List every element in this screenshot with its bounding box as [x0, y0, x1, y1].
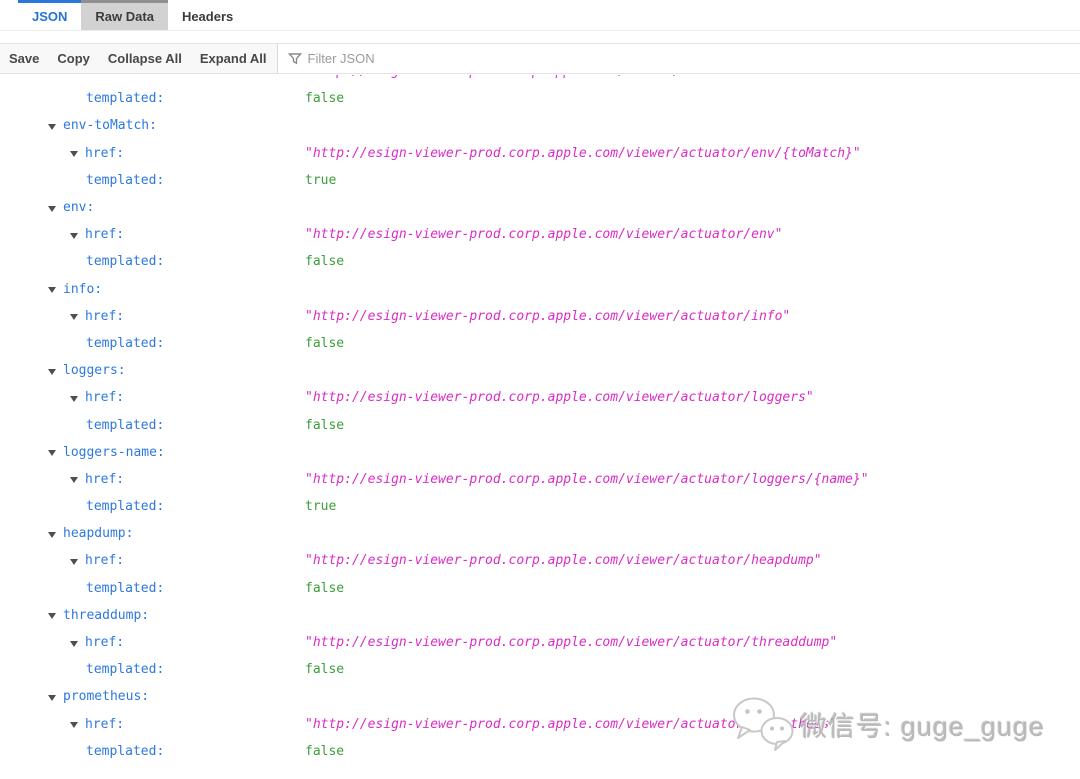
- filter-json-placeholder: Filter JSON: [307, 51, 375, 66]
- href-value: "http://esign-viewer-prod.corp.apple.com…: [305, 553, 822, 569]
- property-name-templated[interactable]: templated:: [86, 418, 164, 433]
- href-row: href: "http://esign-viewer-prod.corp.app…: [0, 466, 1080, 493]
- href-value: "http://esign-viewer-prod.corp.apple.com…: [305, 635, 838, 651]
- templated-row: templated: false: [0, 330, 1080, 357]
- templated-row: templated: false: [0, 85, 1080, 112]
- templated-value: true: [305, 172, 337, 188]
- property-name-href[interactable]: href:: [85, 146, 124, 161]
- viewer-tabbar: JSON Raw Data Headers: [0, 0, 1080, 31]
- templated-row: templated: true: [0, 493, 1080, 520]
- property-name[interactable]: heapdump:: [63, 526, 133, 541]
- property-name[interactable]: env-toMatch:: [63, 118, 157, 133]
- expand-arrow-icon[interactable]: [48, 123, 56, 130]
- templated-value: false: [305, 662, 345, 678]
- expand-arrow-icon[interactable]: [48, 287, 56, 294]
- expand-arrow-icon[interactable]: [70, 722, 78, 729]
- href-row: href: "http://esign-viewer-prod.corp.app…: [0, 384, 1080, 411]
- property-name-templated[interactable]: templated:: [86, 499, 164, 514]
- node-row: prometheus:: [0, 683, 1080, 710]
- property-name-href[interactable]: href:: [85, 390, 124, 405]
- expand-arrow-icon[interactable]: [70, 558, 78, 565]
- expand-all-button[interactable]: Expand All: [200, 51, 267, 66]
- node-row: info:: [0, 276, 1080, 303]
- property-name-href[interactable]: href:: [85, 635, 124, 650]
- property-name-templated[interactable]: templated:: [86, 744, 164, 759]
- expand-arrow-icon[interactable]: [70, 151, 78, 158]
- href-row: href: "http://esign-viewer-prod.corp.app…: [0, 140, 1080, 167]
- templated-row: templated: false: [0, 411, 1080, 438]
- property-name[interactable]: loggers:: [63, 363, 126, 378]
- templated-row: templated: false: [0, 575, 1080, 602]
- property-name-templated[interactable]: templated:: [86, 91, 164, 106]
- href-value: "http://esign-viewer-prod.corp.apple.com…: [305, 227, 783, 243]
- href-row: href: "http://esign-viewer-prod.corp.app…: [0, 303, 1080, 330]
- href-value: "http://esign-viewer-prod.corp.apple.com…: [305, 716, 838, 732]
- property-name-templated[interactable]: templated:: [86, 662, 164, 677]
- property-name[interactable]: loggers-name:: [63, 445, 165, 460]
- save-button[interactable]: Save: [9, 51, 39, 66]
- json-tree: "http://esign-viewer-prod.corp.apple.com…: [0, 75, 1080, 779]
- href-row: href: "http://esign-viewer-prod.corp.app…: [0, 711, 1080, 738]
- href-row: href: "http://esign-viewer-prod.corp.app…: [0, 221, 1080, 248]
- expand-arrow-icon[interactable]: [70, 640, 78, 647]
- filter-json-input[interactable]: Filter JSON: [277, 44, 1080, 73]
- expand-arrow-icon[interactable]: [48, 531, 56, 538]
- json-toolbar: Save Copy Collapse All Expand All Filter…: [0, 43, 1080, 74]
- node-row: heapdump:: [0, 520, 1080, 547]
- node-row: env-toMatch:: [0, 112, 1080, 139]
- templated-row: templated: false: [0, 248, 1080, 275]
- expand-arrow-icon[interactable]: [70, 232, 78, 239]
- templated-value: true: [305, 499, 337, 515]
- href-value: "http://esign-viewer-prod.corp.apple.com…: [305, 390, 814, 406]
- copy-button[interactable]: Copy: [57, 51, 90, 66]
- templated-value: false: [305, 254, 345, 270]
- node-row: loggers-name:: [0, 439, 1080, 466]
- property-name-templated[interactable]: templated:: [86, 254, 164, 269]
- templated-value: false: [305, 580, 345, 596]
- property-name[interactable]: env:: [63, 200, 94, 215]
- expand-arrow-icon[interactable]: [70, 314, 78, 321]
- href-row: href: "http://esign-viewer-prod.corp.app…: [0, 629, 1080, 656]
- node-row: loggers:: [0, 357, 1080, 384]
- filter-funnel-icon: [287, 52, 302, 64]
- collapse-all-button[interactable]: Collapse All: [108, 51, 182, 66]
- href-value: "http://esign-viewer-prod.corp.apple.com…: [305, 145, 861, 161]
- property-name-templated[interactable]: templated:: [86, 336, 164, 351]
- href-value: "http://esign-viewer-prod.corp.apple.com…: [305, 471, 869, 487]
- property-name-href[interactable]: href:: [85, 472, 124, 487]
- tab-raw-data[interactable]: Raw Data: [81, 0, 168, 30]
- expand-arrow-icon[interactable]: [48, 368, 56, 375]
- property-name[interactable]: threaddump:: [63, 608, 149, 623]
- templated-value: false: [305, 417, 345, 433]
- property-name-templated[interactable]: templated:: [86, 173, 164, 188]
- templated-row: templated: false: [0, 656, 1080, 683]
- tab-json[interactable]: JSON: [18, 0, 82, 30]
- expand-arrow-icon[interactable]: [48, 450, 56, 457]
- templated-value: false: [305, 743, 345, 759]
- property-name-href[interactable]: href:: [85, 717, 124, 732]
- property-name[interactable]: prometheus:: [63, 689, 149, 704]
- expand-arrow-icon[interactable]: [48, 694, 56, 701]
- property-name[interactable]: info:: [63, 282, 102, 297]
- property-name-href[interactable]: href:: [85, 227, 124, 242]
- clipped-href-value: "http://esign-viewer-prod.corp.apple.com…: [305, 75, 751, 79]
- expand-arrow-icon[interactable]: [48, 205, 56, 212]
- expand-arrow-icon[interactable]: [48, 613, 56, 620]
- property-name-href[interactable]: href:: [85, 309, 124, 324]
- templated-row: templated: true: [0, 167, 1080, 194]
- href-row: href: "http://esign-viewer-prod.corp.app…: [0, 547, 1080, 574]
- property-name-templated[interactable]: templated:: [86, 581, 164, 596]
- templated-value: false: [305, 335, 345, 351]
- templated-value: false: [305, 91, 345, 107]
- templated-row: templated: false: [0, 738, 1080, 765]
- node-row: threaddump:: [0, 602, 1080, 629]
- clipped-href-row: "http://esign-viewer-prod.corp.apple.com…: [0, 75, 1080, 85]
- href-value: "http://esign-viewer-prod.corp.apple.com…: [305, 308, 791, 324]
- tab-headers[interactable]: Headers: [168, 0, 247, 30]
- expand-arrow-icon[interactable]: [70, 395, 78, 402]
- property-name-href[interactable]: href:: [85, 553, 124, 568]
- expand-arrow-icon[interactable]: [70, 477, 78, 484]
- node-row: env:: [0, 194, 1080, 221]
